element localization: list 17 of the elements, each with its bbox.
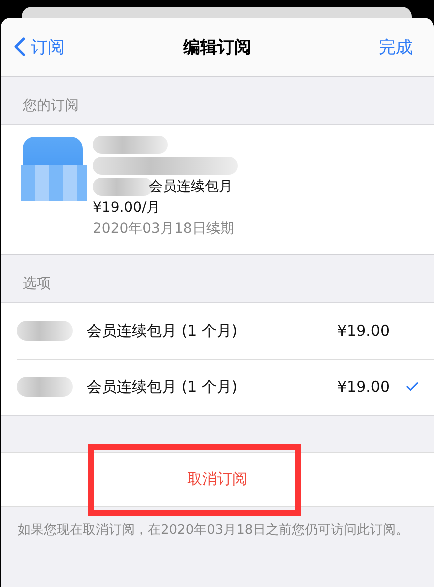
- back-chevron-icon: [14, 37, 26, 57]
- checkmark-icon: [406, 382, 419, 392]
- option-row[interactable]: 会员连续包月 (1 个月) ¥19.00: [1, 359, 434, 415]
- option-label: 会员连续包月 (1 个月): [87, 322, 239, 340]
- option-price: ¥19.00: [338, 378, 390, 396]
- option-row[interactable]: 会员连续包月 (1 个月) ¥19.00: [1, 303, 434, 359]
- section-header: 选项: [23, 275, 51, 293]
- option-label: 会员连续包月 (1 个月): [87, 378, 239, 396]
- section-header: 您的订阅: [23, 97, 79, 115]
- back-button[interactable]: 订阅: [14, 36, 65, 58]
- done-button[interactable]: 完成: [379, 36, 413, 58]
- option-price: ¥19.00: [338, 322, 390, 340]
- plan-name: 会员连续包月: [149, 178, 233, 196]
- page-title: 编辑订阅: [184, 36, 252, 58]
- plan-price: ¥19.00/月: [93, 199, 162, 218]
- footer-note: 如果您现在取消订阅，在2020年03月18日之前您仍可访问此订阅。: [17, 522, 410, 540]
- renewal-date: 2020年03月18日续期: [93, 220, 236, 238]
